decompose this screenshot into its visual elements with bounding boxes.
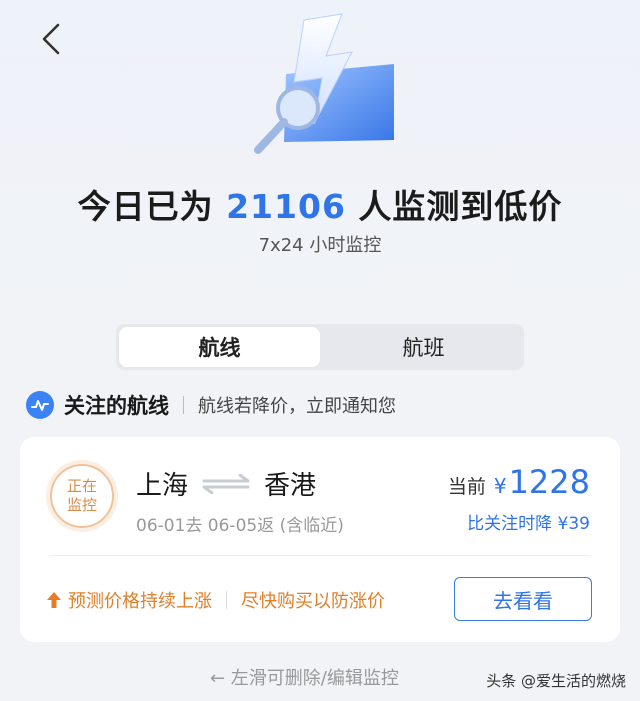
price-value: 1228 [508,463,590,501]
current-price: 当前 ¥ 1228 [448,463,590,501]
page-subtitle: 7x24 小时监控 [258,235,382,256]
tab-flights[interactable]: 航班 [323,324,524,370]
price-drop-note: 比关注时降 ¥39 [467,514,590,534]
section-header: 关注的航线 航线若降价，立即通知您 [26,388,396,422]
price-label: 当前 [447,476,486,498]
route-card[interactable]: 正在 监控 上海 香港 06-01去 06-05返 (含临近) 当前 ¥ 122… [20,437,620,642]
chevron-left-icon [42,23,60,55]
swipe-hint: ← 左滑可删除/编辑监控 [210,668,399,689]
price-trend: 预测价格持续上涨 尽快购买以防涨价 [46,587,385,613]
back-button[interactable] [36,22,66,56]
advice-text: 尽快购买以防涨价 [241,591,385,612]
card-divider [50,555,590,556]
arrow-up-icon [47,592,61,608]
view-button[interactable]: 去看看 [454,577,592,621]
watermark: 头条 @爱生活的燃烧 [486,672,626,690]
trend-text: 预测价格持续上涨 [68,591,212,612]
lightning-magnifier-icon [254,13,394,154]
route: 上海 香港 [136,465,316,502]
section-title: 关注的航线 [64,394,169,418]
price-currency: ¥ [493,474,507,498]
badge-line1: 正在 [66,477,97,495]
trend-divider [226,591,227,609]
pulse-icon [26,391,54,419]
badge-line2: 监控 [66,496,97,514]
round-trip-arrow-icon [202,473,250,494]
origin-city: 上海 [136,471,189,501]
page-title: 今日已为 21106 人监测到低价 [0,180,640,228]
section-description: 航线若降价，立即通知您 [198,396,396,417]
monitored-count: 21106 [226,187,346,226]
section-divider [183,396,184,414]
destination-city: 香港 [264,471,317,501]
tab-bar: 航线 航班 [116,324,524,370]
monitoring-badge: 正在 监控 [50,464,114,528]
tab-routes[interactable]: 航线 [119,327,320,367]
headline-prefix: 今日已为 [77,187,227,226]
travel-dates: 06-01去 06-05返 (含临近) [136,516,344,536]
headline-suffix: 人监测到低价 [345,187,563,226]
